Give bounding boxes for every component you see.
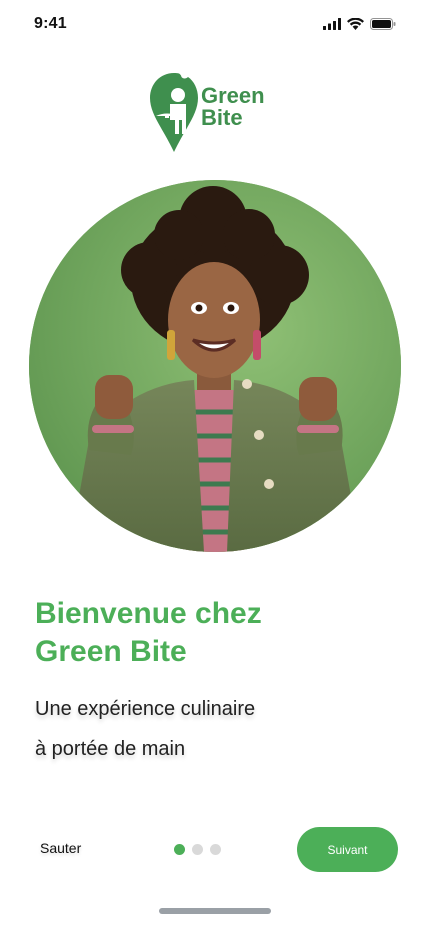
- title-line-1: Bienvenue chez: [35, 597, 262, 630]
- subtitle-line-2: à portée de main: [35, 738, 186, 760]
- status-time: 9:41: [34, 15, 67, 32]
- title-line-2: Green Bite: [35, 635, 187, 668]
- status-bar: 9:41: [0, 0, 430, 50]
- hero-photo: [29, 180, 401, 552]
- page-dot-1[interactable]: [174, 844, 185, 855]
- logo-text-line2: Bite: [201, 105, 243, 130]
- status-icons: [323, 18, 396, 30]
- logo-text-line1: Green: [201, 83, 265, 108]
- wifi-icon: [347, 18, 364, 30]
- subtitle: Une expérience culinaire à portée de mai…: [35, 689, 405, 769]
- page-dot-3[interactable]: [210, 844, 221, 855]
- page-dot-2[interactable]: [192, 844, 203, 855]
- page-indicator: [174, 844, 221, 855]
- page-title: Bienvenue chez Green Bite: [35, 595, 405, 671]
- next-button[interactable]: Suivant: [297, 827, 398, 872]
- subtitle-line-1: Une expérience culinaire: [35, 698, 256, 720]
- chef-pin-icon: [150, 73, 198, 152]
- logo-wordmark: Green Bite: [201, 85, 265, 129]
- battery-icon: [370, 18, 396, 30]
- home-indicator[interactable]: [159, 908, 271, 914]
- signal-icon: [323, 18, 341, 30]
- skip-button[interactable]: Sauter: [34, 836, 87, 860]
- app-logo: Green Bite: [148, 73, 278, 155]
